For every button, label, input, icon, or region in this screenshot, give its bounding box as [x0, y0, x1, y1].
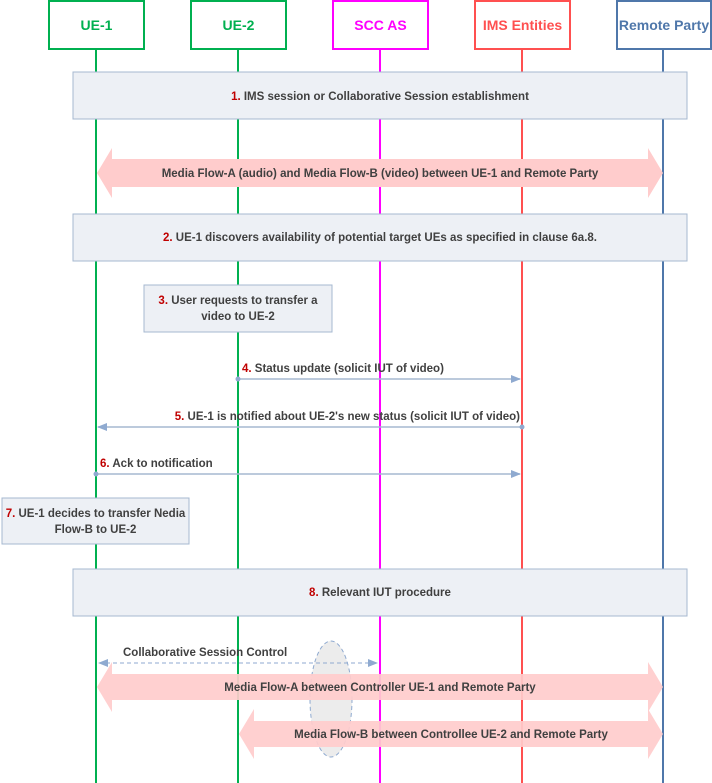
step-8-box: 8. Relevant IUT procedure	[72, 568, 688, 617]
participant-label: SCC AS	[354, 17, 406, 33]
step-8-label: 8. Relevant IUT procedure	[309, 587, 451, 599]
step-7-label-line1: 7. UE-1 decides to transfer Nedia	[6, 508, 186, 520]
step-6-label: 6. Ack to notification	[100, 458, 213, 470]
step-7-box: 7. UE-1 decides to transfer Nedia Flow-B…	[1, 497, 190, 545]
media-flow-a-label: Media Flow-A between Controller UE-1 and…	[224, 682, 536, 694]
participant-label: UE-2	[223, 17, 255, 33]
step-1-label: 1. IMS session or Collaborative Session …	[231, 91, 529, 103]
step-4-label: 4. Status update (solicit IUT of video)	[242, 363, 444, 375]
media-flow-b: Media Flow-B between Controllee UE-2 and…	[239, 709, 663, 759]
message-step-5: 5. UE-1 is notified about UE-2's new sta…	[97, 411, 525, 431]
participant-ims: IMS Entities	[474, 0, 571, 50]
step-7-label-line2: Flow-B to UE-2	[55, 524, 137, 536]
participant-remote: Remote Party	[616, 0, 712, 50]
media-flow-ab-label: Media Flow-A (audio) and Media Flow-B (v…	[162, 168, 599, 180]
message-step-6: 6. Ack to notification	[93, 458, 521, 478]
sequence-diagram: UE-1 UE-2 SCC AS IMS Entities Remote Par…	[1, 0, 712, 783]
step-1-box: 1. IMS session or Collaborative Session …	[72, 71, 688, 120]
csc-label: Collaborative Session Control	[123, 647, 287, 659]
step-3-box: 3. User requests to transfer a video to …	[143, 284, 333, 333]
participant-ue1: UE-1	[48, 0, 145, 50]
media-flow-b-label: Media Flow-B between Controllee UE-2 and…	[294, 729, 608, 741]
step-2-box: 2. UE-1 discovers availability of potent…	[72, 213, 688, 262]
participant-sccas: SCC AS	[332, 0, 429, 50]
participant-label: IMS Entities	[483, 17, 563, 33]
participant-label: Remote Party	[619, 17, 709, 33]
participant-ue2: UE-2	[190, 0, 287, 50]
message-step-4: 4. Status update (solicit IUT of video)	[235, 363, 521, 383]
participant-label: UE-1	[81, 17, 113, 33]
step-3-label-line2: video to UE-2	[201, 311, 274, 323]
step-3-label-line1: 3. User requests to transfer a	[158, 295, 318, 307]
step-2-label: 2. UE-1 discovers availability of potent…	[163, 232, 597, 244]
step-5-label: 5. UE-1 is notified about UE-2's new sta…	[175, 411, 520, 423]
